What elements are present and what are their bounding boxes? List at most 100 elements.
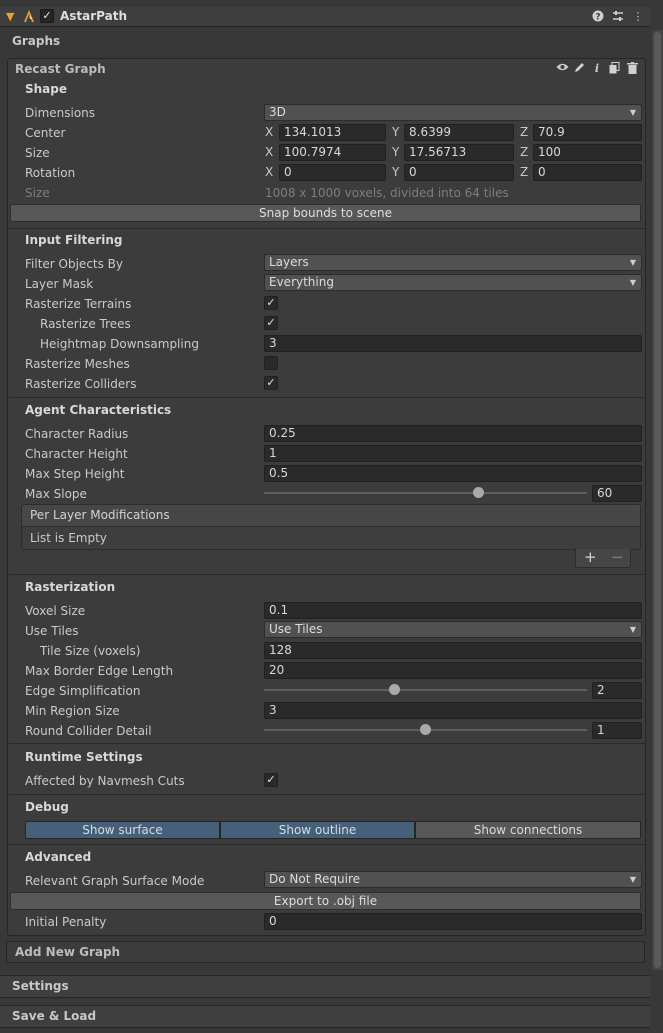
size-info-value: 1008 x 1000 voxels, divided into 64 tile… — [265, 186, 509, 200]
heightmap-downsampling-label: Heightmap Downsampling — [40, 337, 199, 351]
graph-surface-mode-dropdown[interactable]: Do Not Require ▼ — [264, 871, 642, 888]
size-x-axis-label[interactable]: X — [265, 145, 273, 159]
affected-by-navmesh-cuts-label: Affected by Navmesh Cuts — [25, 774, 185, 788]
min-region-size-label: Min Region Size — [25, 704, 120, 718]
round-collider-detail-field[interactable]: 1 — [592, 722, 642, 739]
rotation-y-axis-label[interactable]: Y — [392, 165, 399, 179]
duplicate-icon[interactable] — [607, 62, 621, 76]
character-height-label: Character Height — [25, 447, 128, 461]
center-z-axis-label[interactable]: Z — [520, 125, 528, 139]
dropdown-arrow-icon: ▼ — [629, 278, 636, 287]
section-advanced[interactable]: Advanced — [25, 850, 91, 864]
component-header[interactable]: ▼ ✓ AstarPath ? ⋮ — [0, 7, 650, 27]
rasterize-meshes-checkbox[interactable] — [264, 356, 278, 370]
center-x-field[interactable]: 134.1013 — [279, 124, 386, 141]
graphs-label: Graphs — [12, 34, 61, 48]
size-y-field[interactable]: 17.56713 — [404, 144, 514, 161]
center-label: Center — [25, 126, 66, 140]
rotation-z-axis-label[interactable]: Z — [520, 165, 528, 179]
max-step-height-field[interactable]: 0.5 — [264, 465, 642, 482]
voxel-size-label: Voxel Size — [25, 604, 86, 618]
list-empty-text: List is Empty — [30, 531, 107, 545]
edge-simplification-slider-track[interactable] — [264, 689, 587, 691]
export-obj-button[interactable]: Export to .obj file — [10, 892, 641, 910]
size-label: Size — [25, 146, 50, 160]
eye-icon[interactable] — [555, 62, 569, 76]
center-y-axis-label[interactable]: Y — [392, 125, 399, 139]
presets-icon[interactable] — [611, 10, 625, 24]
add-item-icon[interactable]: + — [584, 548, 597, 566]
show-surface-toggle[interactable]: Show surface — [25, 821, 220, 839]
max-slope-label: Max Slope — [25, 487, 87, 501]
min-region-size-field[interactable]: 3 — [264, 702, 642, 719]
rotation-x-field[interactable]: 0 — [279, 164, 386, 181]
center-z-field[interactable]: 70.9 — [533, 124, 642, 141]
size-y-axis-label[interactable]: Y — [392, 145, 399, 159]
heightmap-downsampling-field[interactable]: 3 — [264, 335, 642, 352]
voxel-size-field[interactable]: 0.1 — [264, 602, 642, 619]
add-new-graph-foldout[interactable]: Add New Graph — [6, 941, 645, 963]
character-height-field[interactable]: 1 — [264, 445, 642, 462]
rasterize-trees-checkbox[interactable]: ✓ — [264, 316, 278, 330]
section-runtime-settings[interactable]: Runtime Settings — [25, 750, 143, 764]
initial-penalty-field[interactable]: 0 — [264, 913, 642, 930]
layer-mask-dropdown[interactable]: Everything ▼ — [264, 274, 642, 291]
affected-by-navmesh-cuts-checkbox[interactable]: ✓ — [264, 773, 278, 787]
rotation-y-field[interactable]: 0 — [404, 164, 514, 181]
delete-icon[interactable] — [625, 62, 639, 76]
separator — [9, 574, 645, 575]
rotation-label: Rotation — [25, 166, 76, 180]
list-footer: + − — [575, 548, 631, 568]
save-load-foldout[interactable]: Save & Load — [0, 1005, 650, 1028]
section-input-filtering[interactable]: Input Filtering — [25, 233, 123, 247]
edge-simplification-field[interactable]: 2 — [592, 682, 642, 699]
center-x-axis-label[interactable]: X — [265, 125, 273, 139]
section-rasterization[interactable]: Rasterization — [25, 580, 115, 594]
per-layer-modifications-header[interactable]: Per Layer Modifications — [22, 505, 640, 527]
rasterize-colliders-checkbox[interactable]: ✓ — [264, 376, 278, 390]
character-radius-field[interactable]: 0.25 — [264, 425, 642, 442]
dimensions-dropdown[interactable]: 3D ▼ — [264, 104, 642, 121]
size-z-field[interactable]: 100 — [533, 144, 642, 161]
show-outline-toggle[interactable]: Show outline — [220, 821, 415, 839]
size-x-field[interactable]: 100.7974 — [279, 144, 386, 161]
edge-simplification-slider-thumb[interactable] — [389, 684, 400, 695]
pencil-icon[interactable] — [572, 62, 586, 76]
rotation-z-field[interactable]: 0 — [533, 164, 642, 181]
add-new-graph-label: Add New Graph — [15, 945, 121, 959]
settings-label: Settings — [12, 979, 69, 993]
component-enabled-checkbox[interactable]: ✓ — [40, 9, 54, 23]
round-collider-detail-slider-thumb[interactable] — [420, 724, 431, 735]
snap-bounds-button[interactable]: Snap bounds to scene — [10, 204, 641, 222]
section-debug[interactable]: Debug — [25, 800, 69, 814]
max-slope-field[interactable]: 60 — [592, 485, 642, 502]
remove-item-icon[interactable]: − — [611, 548, 624, 566]
dropdown-arrow-icon: ▼ — [629, 258, 636, 267]
separator — [9, 228, 645, 229]
center-y-field[interactable]: 8.6399 — [404, 124, 514, 141]
scrollbar[interactable] — [652, 30, 663, 970]
max-slope-slider-track[interactable] — [264, 492, 587, 494]
size-z-axis-label[interactable]: Z — [520, 145, 528, 159]
layer-mask-value: Everything — [269, 275, 334, 289]
max-border-edge-length-field[interactable]: 20 — [264, 662, 642, 679]
settings-foldout[interactable]: Settings — [0, 975, 650, 998]
component-title: AstarPath — [60, 9, 128, 23]
edge-simplification-label: Edge Simplification — [25, 684, 141, 698]
info-icon[interactable]: i — [590, 62, 604, 76]
per-layer-modifications-title: Per Layer Modifications — [30, 508, 170, 522]
kebab-menu-icon[interactable]: ⋮ — [631, 10, 645, 24]
scrollbar-thumb[interactable] — [654, 32, 661, 968]
use-tiles-dropdown[interactable]: Use Tiles ▼ — [264, 621, 642, 638]
filter-objects-by-dropdown[interactable]: Layers ▼ — [264, 254, 642, 271]
section-agent-characteristics[interactable]: Agent Characteristics — [25, 403, 171, 417]
rasterize-terrains-checkbox[interactable]: ✓ — [264, 296, 278, 310]
max-slope-slider-thumb[interactable] — [473, 487, 484, 498]
section-shape[interactable]: Shape — [25, 82, 67, 96]
tile-size-field[interactable]: 128 — [264, 642, 642, 659]
help-icon[interactable]: ? — [591, 10, 605, 24]
graph-title[interactable]: Recast Graph — [15, 62, 106, 76]
rotation-x-axis-label[interactable]: X — [265, 165, 273, 179]
foldout-arrow-icon[interactable]: ▼ — [6, 10, 14, 23]
show-connections-toggle[interactable]: Show connections — [415, 821, 641, 839]
